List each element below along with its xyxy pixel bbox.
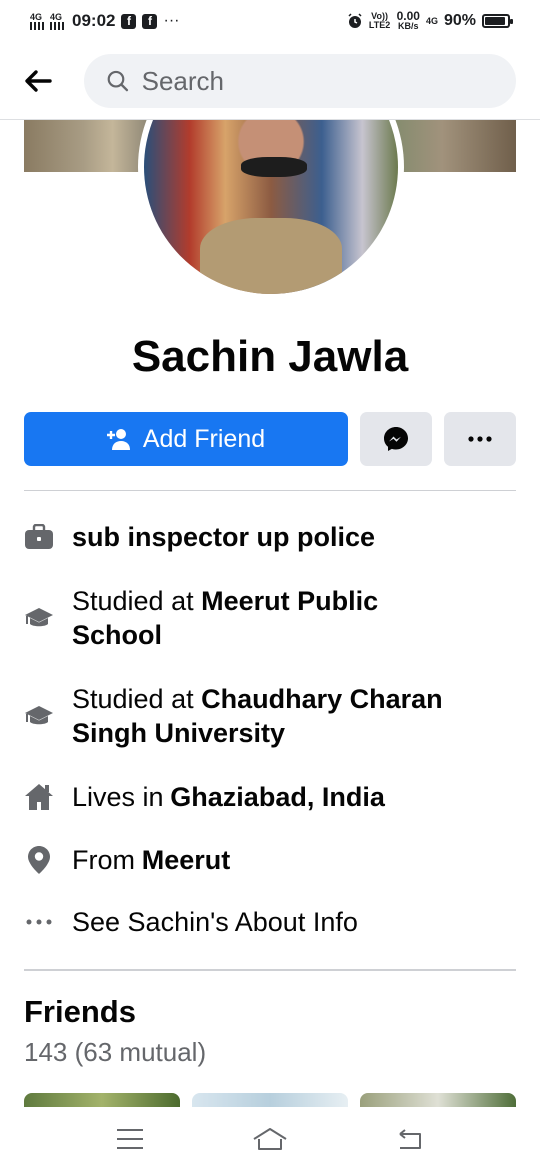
- return-icon: [399, 1129, 421, 1149]
- hometown-place[interactable]: Meerut: [142, 843, 231, 877]
- alarm-icon: [348, 13, 362, 28]
- profile-photo-image: [144, 120, 398, 294]
- briefcase-icon: [24, 524, 54, 550]
- status-bar: 4G 4G 09:02 f f ··· Vo)) LTE2 0.00 KB/s 4…: [0, 0, 540, 42]
- menu-icon: [117, 1129, 143, 1149]
- back-nav-button[interactable]: [380, 1119, 440, 1159]
- profile-picture[interactable]: [138, 120, 404, 300]
- arrow-left-icon: [25, 70, 52, 92]
- home-icon: [253, 1128, 287, 1150]
- graduation-cap-icon: [24, 606, 54, 630]
- battery-percent: 90%: [443, 12, 476, 29]
- add-friend-button[interactable]: Add Friend: [24, 412, 348, 466]
- friends-heading[interactable]: Friends: [24, 994, 136, 1030]
- search-icon: [107, 70, 129, 92]
- more-horizontal-icon: [468, 436, 492, 442]
- network-type-2: 4G: [50, 11, 63, 22]
- education-text-2: Studied at Chaudhary Charan Singh Univer…: [72, 682, 443, 750]
- top-bar: [0, 52, 540, 110]
- lives-in-prefix: Lives in: [72, 782, 164, 812]
- university-name-line-2[interactable]: Singh University: [72, 718, 285, 748]
- work-info: sub inspector up police: [24, 520, 375, 554]
- signal-icon-2: 4G: [50, 11, 64, 30]
- add-friend-label: Add Friend: [142, 424, 266, 453]
- education-text-1: Studied at Meerut Public School: [72, 584, 378, 652]
- education-prefix: Studied at: [72, 586, 202, 616]
- location-pin-icon: [24, 845, 54, 875]
- profile-picture-container: [138, 120, 404, 300]
- hometown-prefix: From: [72, 845, 135, 875]
- friend-thumbnail[interactable]: [360, 1093, 516, 1107]
- status-time: 09:02: [72, 11, 116, 30]
- friend-thumbnail[interactable]: [192, 1093, 348, 1107]
- more-notifications-icon: ···: [163, 12, 180, 29]
- network-type-3: 4G: [425, 15, 438, 26]
- signal-icon-1: 4G: [30, 11, 44, 30]
- house-icon: [24, 783, 54, 811]
- education-info-2: Studied at Chaudhary Charan Singh Univer…: [24, 682, 443, 750]
- education-prefix: Studied at: [72, 684, 202, 714]
- volte-indicator: Vo)) LTE2: [368, 11, 391, 30]
- signal-icon-3: 4G: [425, 15, 438, 26]
- see-about-info-text: See Sachin's About Info: [72, 907, 358, 937]
- photo-detail-sunglasses: [240, 156, 307, 178]
- friend-thumbnail[interactable]: [24, 1093, 180, 1107]
- hometown-info: From Meerut: [24, 843, 230, 877]
- university-name-line-1[interactable]: Chaudhary Charan: [201, 684, 443, 714]
- system-navigation-bar: [0, 1108, 540, 1170]
- battery-level: [485, 17, 505, 25]
- person-plus-icon: [106, 429, 130, 450]
- section-divider: [24, 969, 516, 971]
- profile-name: Sachin Jawla: [131, 332, 409, 381]
- work-text: sub inspector up police: [72, 522, 376, 552]
- photo-detail-uniform: [199, 217, 343, 294]
- see-about-info-link[interactable]: See Sachin's About Info: [24, 905, 358, 939]
- facebook-notification-icon: f: [142, 13, 158, 29]
- network-speed: 0.00 KB/s: [397, 10, 420, 31]
- search-bar[interactable]: [84, 54, 516, 108]
- back-button[interactable]: [24, 61, 64, 101]
- message-button[interactable]: [360, 412, 432, 466]
- status-left: 4G 4G 09:02 f f ···: [30, 11, 179, 31]
- facebook-notification-icon: f: [121, 13, 137, 29]
- battery-icon: [482, 14, 513, 28]
- profile-actions: Add Friend: [24, 412, 516, 466]
- recent-apps-button[interactable]: [100, 1119, 160, 1159]
- education-info-1: Studied at Meerut Public School: [24, 584, 378, 652]
- school-name-line-2[interactable]: School: [72, 620, 162, 650]
- friends-grid: [24, 1093, 516, 1107]
- network-type-1: 4G: [30, 11, 43, 22]
- home-button[interactable]: [240, 1119, 300, 1159]
- friends-count: 143 (63 mutual): [24, 1037, 207, 1067]
- graduation-cap-icon: [24, 704, 54, 728]
- lives-in-info: Lives in Ghaziabad, India: [24, 780, 385, 814]
- ellipsis-icon: [24, 919, 54, 925]
- lives-in-place[interactable]: Ghaziabad, India: [170, 780, 385, 814]
- section-divider: [24, 490, 516, 491]
- more-options-button[interactable]: [444, 412, 516, 466]
- status-right: Vo)) LTE2 0.00 KB/s 4G 90%: [347, 10, 513, 31]
- school-name-line-1[interactable]: Meerut Public: [201, 586, 378, 616]
- search-input[interactable]: [141, 65, 494, 97]
- messenger-icon: [384, 427, 408, 451]
- network-speed-unit: KB/s: [398, 20, 419, 31]
